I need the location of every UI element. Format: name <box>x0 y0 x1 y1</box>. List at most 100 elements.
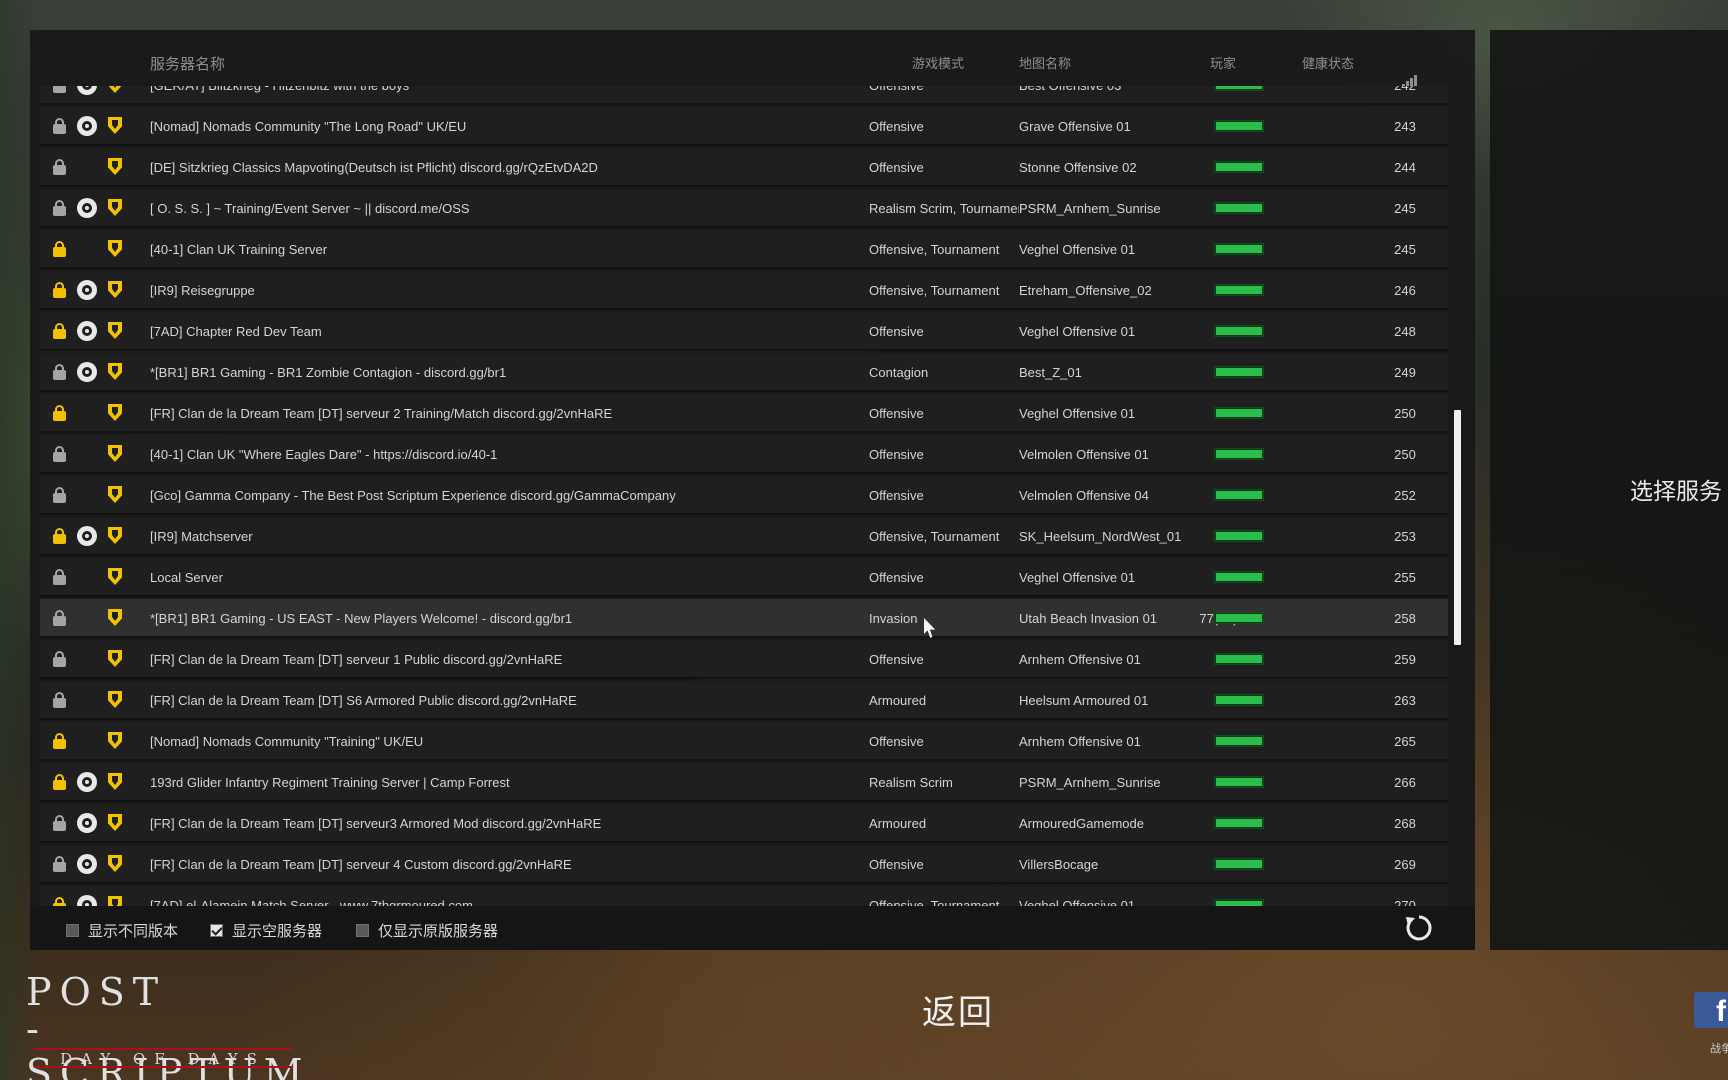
game-mode: Offensive <box>869 160 924 175</box>
map-name: Grave Offensive 01 <box>1019 119 1131 134</box>
ping-value: 266 <box>1394 775 1416 790</box>
game-mode: Invasion <box>869 611 918 626</box>
lock-icon <box>50 198 70 218</box>
server-row[interactable]: [DE] Sitzkrieg Classics Mapvoting(Deutsc… <box>40 148 1448 187</box>
lock-icon <box>50 649 70 669</box>
steam-icon <box>77 321 97 341</box>
shield-icon <box>106 403 126 423</box>
game-logo: POST -SCRIPTUM DAY OF DAYS <box>26 970 303 1080</box>
game-mode: Realism Scrim, Tournament <box>869 201 1019 216</box>
logo-line-2: -SCRIPTUM <box>26 1007 311 1080</box>
ping-value: 253 <box>1394 529 1416 544</box>
server-row[interactable]: [FR] Clan de la Dream Team [DT] serveur … <box>40 640 1448 679</box>
health-bar-fill <box>1216 819 1262 827</box>
right-panel: 选择服务 <box>1490 30 1728 950</box>
server-row[interactable]: Local Server Offensive Veghel Offensive 01… <box>40 558 1448 597</box>
column-header-players[interactable]: 玩家 <box>1210 53 1236 72</box>
column-header-map[interactable]: 地图名称 <box>1019 53 1071 72</box>
server-name: [FR] Clan de la Dream Team [DT] serveur … <box>150 652 563 667</box>
ping-value: 263 <box>1394 693 1416 708</box>
shield-icon <box>106 608 126 628</box>
shield-icon <box>106 731 126 751</box>
shield-icon <box>106 198 126 218</box>
server-row[interactable]: [Nomad] Nomads Community "The Long Road"… <box>40 107 1448 146</box>
health-bar <box>1214 776 1264 788</box>
shield-icon <box>106 485 126 505</box>
facebook-icon[interactable]: f <box>1694 992 1728 1028</box>
ping-value: 255 <box>1394 570 1416 585</box>
checkbox-label: 显示空服务器 <box>232 923 323 940</box>
server-list[interactable]: [GER/AT] Blitzkrieg - Hitzenbitz with th… <box>40 86 1448 936</box>
server-row[interactable]: [ O. S. S. ] ~ Training/Event Server ~ |… <box>40 189 1448 228</box>
server-name: 193rd Glider Infantry Regiment Training … <box>150 775 510 790</box>
server-name: Local Server <box>150 570 223 585</box>
ping-value: 250 <box>1394 406 1416 421</box>
checkbox-box[interactable] <box>210 924 223 937</box>
column-header-health[interactable]: 健康状态 <box>1302 53 1354 72</box>
ping-value: 246 <box>1394 283 1416 298</box>
select-server-title: 选择服务 <box>1630 478 1722 504</box>
server-row[interactable]: [FR] Clan de la Dream Team [DT] serveur … <box>40 394 1448 433</box>
show-vanilla-only-checkbox[interactable]: 仅显示原版服务器 <box>356 920 498 941</box>
scrollbar-thumb[interactable] <box>1454 410 1461 645</box>
server-name: [IR9] Reisegruppe <box>150 283 255 298</box>
column-header-row: 服务器名称 游戏模式 地图名称 玩家 健康状态 <box>30 30 1475 91</box>
shield-icon <box>106 157 126 177</box>
health-bar-fill <box>1216 737 1262 745</box>
map-name: Etreham_Offensive_02 <box>1019 283 1152 298</box>
steam-icon <box>77 362 97 382</box>
server-row[interactable]: [FR] Clan de la Dream Team [DT] serveur … <box>40 845 1448 884</box>
server-row[interactable]: [FR] Clan de la Dream Team [DT] serveur3… <box>40 804 1448 843</box>
server-row[interactable]: [Gco] Gamma Company - The Best Post Scri… <box>40 476 1448 515</box>
column-header-name[interactable]: 服务器名称 <box>150 53 225 74</box>
ping-value: 252 <box>1394 488 1416 503</box>
server-name: [DE] Sitzkrieg Classics Mapvoting(Deutsc… <box>150 160 598 175</box>
server-name: [FR] Clan de la Dream Team [DT] serveur … <box>150 857 572 872</box>
back-button[interactable]: 返回 <box>922 985 994 1034</box>
map-name: Best_Z_01 <box>1019 365 1082 380</box>
server-row[interactable]: [GER/AT] Blitzkrieg - Hitzenbitz with th… <box>40 86 1448 105</box>
server-name: [FR] Clan de la Dream Team [DT] serveur … <box>150 406 613 421</box>
show-different-version-checkbox[interactable]: 显示不同版本 <box>66 920 178 941</box>
lock-icon <box>50 362 70 382</box>
health-bar-fill <box>1216 778 1262 786</box>
server-row[interactable]: [7AD] Chapter Red Dev Team Offensive Veghe… <box>40 312 1448 351</box>
lock-icon <box>50 731 70 751</box>
game-mode: Offensive <box>869 447 924 462</box>
server-row[interactable]: [40-1] Clan UK "Where Eagles Dare" - htt… <box>40 435 1448 474</box>
health-bar-fill <box>1216 655 1262 663</box>
show-empty-servers-checkbox[interactable]: 显示空服务器 <box>210 920 322 941</box>
health-bar-fill <box>1216 696 1262 704</box>
steam-icon <box>77 86 97 95</box>
game-mode: Offensive <box>869 119 924 134</box>
health-bar <box>1214 530 1264 542</box>
health-bar <box>1214 858 1264 870</box>
server-row[interactable]: [40-1] Clan UK Training Server Offensive,… <box>40 230 1448 269</box>
shield-icon <box>106 86 126 95</box>
server-row[interactable]: [IR9] Reisegruppe Offensive, Tournament Et… <box>40 271 1448 310</box>
health-bar <box>1214 86 1264 91</box>
map-name: Velmolen Offensive 01 <box>1019 447 1149 462</box>
game-mode: Offensive <box>869 86 1019 93</box>
game-mode: Armoured <box>869 693 927 708</box>
lock-icon <box>50 690 70 710</box>
server-row[interactable]: [Nomad] Nomads Community "Training" UK/E… <box>40 722 1448 761</box>
shield-icon <box>106 116 126 136</box>
lock-icon <box>50 86 70 95</box>
server-row[interactable]: *[BR1] BR1 Gaming - BR1 Zombie Contagion… <box>40 353 1448 392</box>
checkbox-box[interactable] <box>66 924 79 937</box>
server-row[interactable]: [FR] Clan de la Dream Team [DT] S6 Armor… <box>40 681 1448 720</box>
health-bar-fill <box>1216 532 1262 540</box>
checkbox-label: 仅显示原版服务器 <box>378 923 499 940</box>
server-row[interactable]: [IR9] Matchserver Offensive, Tournament SK… <box>40 517 1448 556</box>
server-row[interactable]: 193rd Glider Infantry Regiment Training … <box>40 763 1448 802</box>
server-row[interactable]: *[BR1] BR1 Gaming - US EAST - New Player… <box>40 599 1448 638</box>
ping-value: 242 <box>1385 86 1425 93</box>
refresh-icon[interactable] <box>1404 913 1434 943</box>
checkbox-box[interactable] <box>356 924 369 937</box>
column-header-mode[interactable]: 游戏模式 <box>912 53 964 72</box>
map-name: Veghel Offensive 01 <box>1019 570 1136 585</box>
health-bar <box>1214 817 1264 829</box>
logo-subtitle: DAY OF DAYS <box>34 1048 292 1068</box>
ping-value: 269 <box>1394 857 1416 872</box>
